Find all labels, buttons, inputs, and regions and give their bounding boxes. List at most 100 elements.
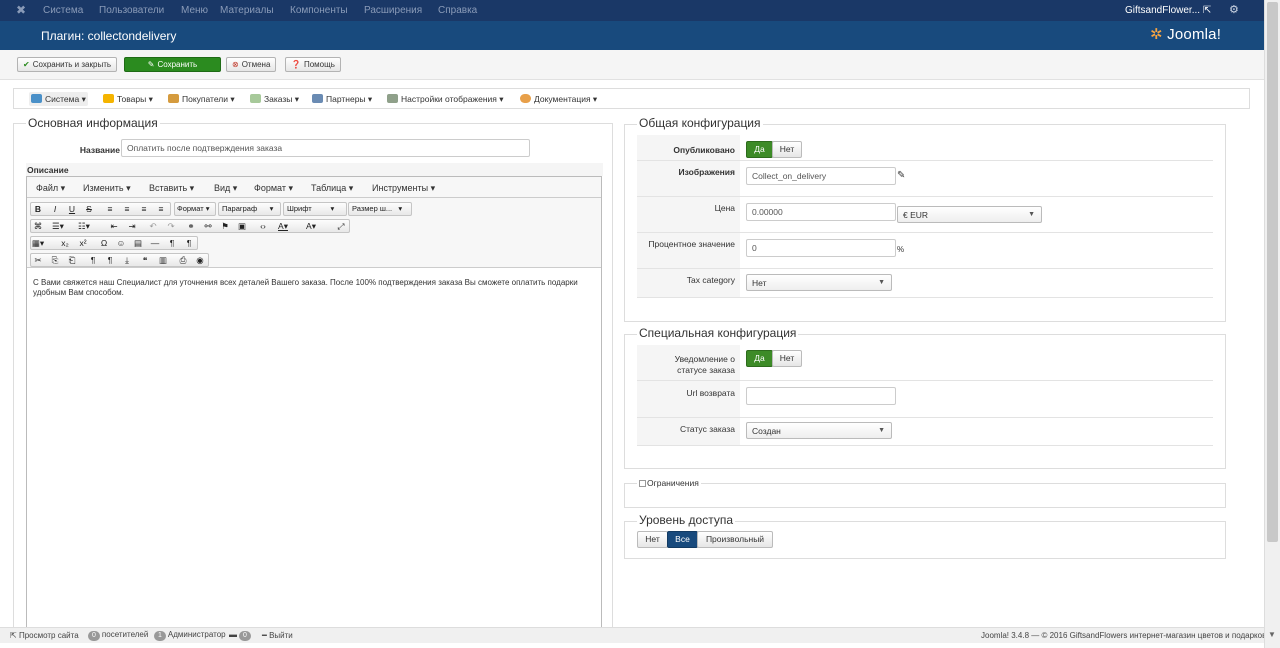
scroll-down-icon[interactable]: ▼ [1268,630,1276,639]
submenu-partners[interactable]: Партнеры ▾ [312,94,372,105]
align-center-icon[interactable]: ≡ [119,202,135,216]
page-scrollbar[interactable]: ▼ [1264,0,1280,648]
outdent-icon[interactable]: ⇤ [106,219,122,233]
return-url-input[interactable] [746,387,896,405]
messages-info[interactable]: ▬ 0 [229,630,253,641]
background-color-icon[interactable]: A▾ [303,219,319,233]
paste-icon[interactable]: ⎗ [64,253,80,267]
indent-icon[interactable]: ⇥ [124,219,140,233]
published-yes-toggle[interactable]: Да [746,141,773,158]
fullscreen-icon[interactable]: ⤢ [333,219,349,233]
bold-button[interactable]: B [30,202,46,216]
submenu-system[interactable]: Система ▾ [29,92,88,106]
help-button[interactable]: ❓ Помощь [285,57,341,72]
view-site-link[interactable]: ⇱ Просмотр сайта [10,631,79,640]
currency-select[interactable]: € EUR ▼ [897,206,1042,223]
site-name-link[interactable]: GiftsandFlower... ⇱ [1125,5,1211,16]
ltr-icon[interactable]: ¶ [164,236,180,250]
align-justify-icon[interactable]: ≡ [153,202,169,216]
insert-datetime-icon[interactable]: ⤓ [119,253,135,267]
logout-link[interactable]: ━ Выйти [262,631,293,640]
link-icon[interactable]: ⚭ [183,219,199,233]
topnav-help[interactable]: Справка [438,5,477,16]
published-no-toggle[interactable]: Нет [772,141,802,158]
products-icon [103,94,114,103]
editor-menu-insert[interactable]: Вставить ▾ [149,183,194,194]
save-button[interactable]: ✎ Сохранить [124,57,221,72]
percent-input[interactable]: 0 [746,239,896,257]
editor-menu-edit[interactable]: Изменить ▾ [83,183,131,194]
tax-category-select[interactable]: Нет ▼ [746,274,892,291]
submenu-customers[interactable]: Покупатели ▾ [168,94,235,105]
template-icon[interactable]: ▥ [155,253,171,267]
horizontal-rule-icon[interactable]: — [147,236,163,250]
copy-icon[interactable]: ⎘ [47,253,63,267]
numbered-list-icon[interactable]: ☷▾ [76,219,92,233]
topnav-system[interactable]: Система [43,5,83,16]
order-status-select[interactable]: Создан ▼ [746,422,892,439]
submenu-orders[interactable]: Заказы ▾ [250,94,299,105]
redo-icon[interactable]: ↷ [163,219,179,233]
name-input[interactable]: Оплатить после подтверждения заказа [121,139,530,157]
visual-chars-icon[interactable]: ¶ [85,253,101,267]
topnav-users[interactable]: Пользователи [99,5,164,16]
find-replace-icon[interactable]: ⌘ [30,219,46,233]
restrictions-checkbox[interactable] [639,480,646,487]
topnav-components[interactable]: Компоненты [290,5,348,16]
media-icon[interactable]: ▤ [130,236,146,250]
scrollbar-thumb[interactable] [1267,2,1278,542]
pencil-icon[interactable]: ✎ [897,170,905,181]
image-icon[interactable]: ▣ [234,219,250,233]
editor-menu-table[interactable]: Таблица ▾ [311,183,353,194]
cut-icon[interactable]: ✂ [30,253,46,267]
access-level-legend: Уровень доступа [637,513,736,527]
undo-icon[interactable]: ↶ [145,219,161,233]
bullet-list-icon[interactable]: ☰▾ [50,219,66,233]
emoticons-icon[interactable]: ☺ [113,236,129,250]
code-icon[interactable]: ‹› [255,219,271,233]
access-custom-toggle[interactable]: Произвольный [697,531,773,548]
rtl-icon[interactable]: ¶ [181,236,197,250]
submenu-documentation[interactable]: Документация ▾ [520,94,597,105]
align-right-icon[interactable]: ≡ [136,202,152,216]
editor-menu-file[interactable]: Файл ▾ [36,183,65,194]
restrictions-legend[interactable]: Ограничения [637,478,701,488]
price-input[interactable]: 0.00000 [746,203,896,221]
italic-button[interactable]: I [47,202,63,216]
editor-menu-format[interactable]: Формат ▾ [254,183,293,194]
save-close-button[interactable]: ✔ Сохранить и закрыть [17,57,118,72]
underline-button[interactable]: U [64,202,80,216]
images-input[interactable]: Collect_on_delivery [746,167,896,185]
strike-button[interactable]: S [81,202,97,216]
print-icon[interactable]: ⎙ [175,253,191,267]
format-select-label: Формат ▾ [177,204,210,213]
editor-menu-view[interactable]: Вид ▾ [214,183,237,194]
visual-blocks-icon[interactable]: ¶ [102,253,118,267]
order-status-label: Статус заказа [679,424,735,434]
anchor-icon[interactable]: ⚑ [217,219,233,233]
access-none-toggle[interactable]: Нет [637,531,668,548]
preview-icon[interactable]: ◉ [192,253,208,267]
topnav-extensions[interactable]: Расширения [364,5,422,16]
topnav-menu[interactable]: Меню [181,5,208,16]
gear-icon[interactable]: ⚙ [1229,3,1239,16]
superscript-icon[interactable]: x² [75,236,91,250]
notify-yes-toggle[interactable]: Да [746,350,773,367]
notify-no-toggle[interactable]: Нет [772,350,802,367]
minus-icon: ━ [262,631,267,640]
table-icon[interactable]: ▦▾ [30,236,46,250]
unlink-icon[interactable]: ⚯ [200,219,216,233]
special-char-icon[interactable]: Ω [96,236,112,250]
submenu-display-settings[interactable]: Настройки отображения ▾ [387,94,504,105]
editor-content[interactable]: С Вами свяжется наш Специалист для уточн… [33,278,593,298]
joomla-menu-icon[interactable]: ✖ [16,3,26,17]
topnav-content[interactable]: Материалы [220,5,274,16]
cancel-button[interactable]: ⊗ Отмена [226,57,277,72]
text-color-icon[interactable]: A▾ [275,219,291,233]
align-left-icon[interactable]: ≡ [102,202,118,216]
blockquote-icon[interactable]: ❝ [137,253,153,267]
subscript-icon[interactable]: x₂ [57,236,73,250]
access-all-toggle[interactable]: Все [667,531,698,548]
editor-menu-tools[interactable]: Инструменты ▾ [372,183,435,194]
submenu-products[interactable]: Товары ▾ [103,94,153,105]
